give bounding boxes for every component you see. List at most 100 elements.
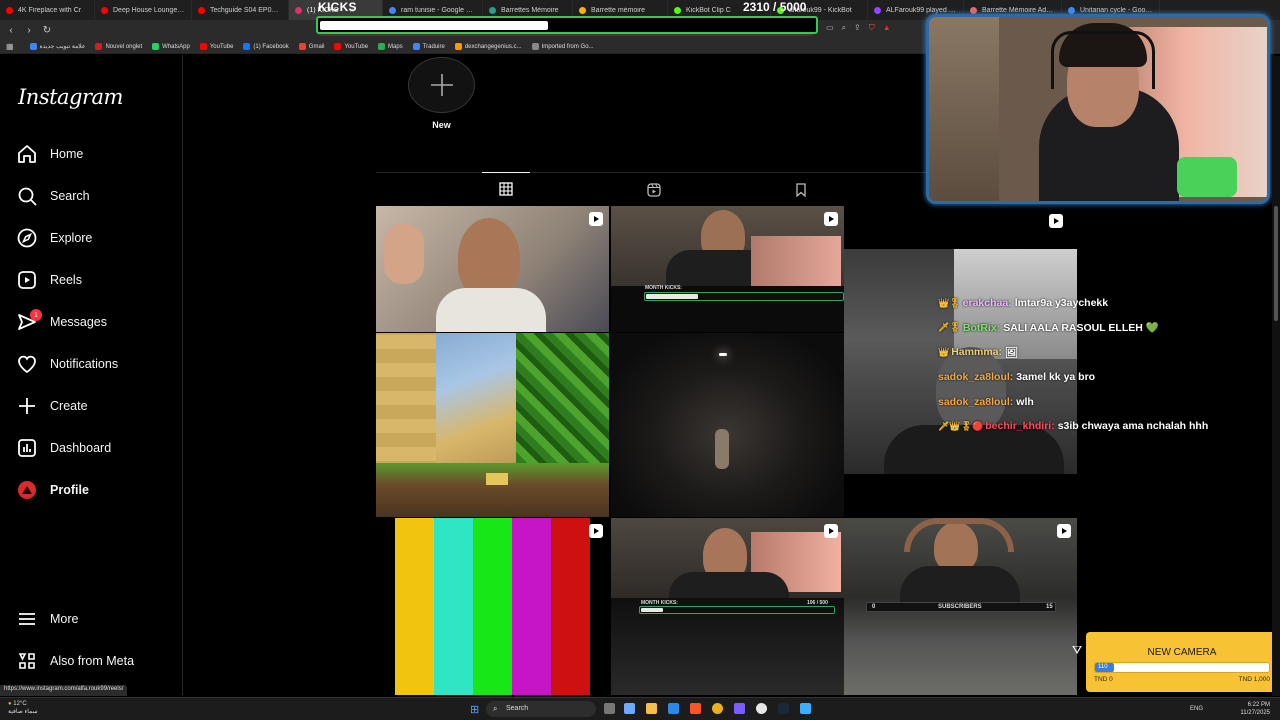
sidebar-item-dashboard[interactable]: Dashboard (16, 434, 111, 462)
cam-shelf (929, 17, 999, 201)
back-icon[interactable]: ‹ (4, 23, 18, 37)
tab-favicon-icon (101, 6, 108, 14)
language-indicator[interactable]: ENG (1190, 706, 1203, 712)
chat-badges-icon: 👑🎖 (938, 297, 961, 308)
app-icon[interactable] (800, 703, 811, 714)
tab-label: Deep House Lounge Se (113, 6, 185, 14)
new-highlight-button[interactable] (408, 57, 475, 113)
share-icon[interactable]: ⇪ (854, 23, 861, 33)
sidebar-item-notifications[interactable]: Notifications (16, 350, 118, 378)
bookmark-item[interactable]: Maps (378, 43, 403, 50)
bookmark-item[interactable]: WhatsApp (152, 43, 190, 50)
bookmark-item[interactable]: Nouvel onglet (95, 43, 142, 50)
sidebar-item-search[interactable]: Search (16, 182, 90, 210)
tab-favicon-icon (198, 6, 205, 14)
reel-thumbnail-top[interactable] (844, 206, 1077, 248)
sidebar-item-more[interactable]: More (16, 605, 78, 633)
bookmark-item[interactable]: (1) Facebook (243, 43, 289, 50)
bookmark-item[interactable]: YouTube (334, 43, 368, 50)
chat-message: 🗡🎖 BotRix: SALI AALA RASOUL ELLEH 💚 (938, 316, 1258, 341)
reload-icon[interactable]: ↻ (40, 23, 54, 37)
discord-icon[interactable] (734, 703, 745, 714)
messages-badge: 1 (30, 309, 42, 321)
thumbnail-window (751, 236, 841, 286)
screen: 4K Fireplace with Cr Deep House Lounge Se… (0, 0, 1280, 720)
tab-favicon-icon (579, 6, 586, 14)
apps-icon[interactable]: ▦ (6, 42, 14, 51)
reel-thumbnail[interactable]: 0 SUBSCRIBERS 15 (844, 518, 1077, 695)
plus-icon (16, 395, 38, 417)
sidebar-item-create[interactable]: Create (16, 392, 88, 420)
zoom-icon[interactable]: ⌕ (842, 23, 846, 33)
brave-shield-icon[interactable]: ⛉ (869, 23, 875, 33)
chat-message: 👑🎖 erakchaa: lmtar9a y3aychekk (938, 291, 1258, 316)
bookmark-item[interactable]: Traduire (412, 43, 445, 50)
rewards-icon[interactable]: ▲ (883, 23, 891, 33)
file-explorer-icon[interactable] (646, 703, 657, 714)
brave-icon[interactable] (690, 703, 701, 714)
bookmark-item[interactable]: Gmail (298, 43, 324, 50)
reel-thumbnail[interactable]: MONTH KICKS: (611, 206, 844, 332)
chat-text: 🖼 (1005, 346, 1019, 359)
kicks-progress-bar (316, 16, 818, 34)
steam-icon[interactable] (778, 703, 789, 714)
tab-favicon-icon (1068, 6, 1075, 14)
chrome-icon[interactable] (712, 703, 723, 714)
tab-reels[interactable] (630, 173, 678, 206)
browser-tab[interactable]: Techguide S04 EP01 | لعبة (192, 0, 289, 20)
reel-thumbnail[interactable] (611, 333, 844, 517)
system-clock[interactable]: 6:22 PM 11/27/2025 (1240, 701, 1270, 717)
chat-text: wlh (1016, 395, 1034, 408)
sidebar-item-label: Notifications (50, 357, 119, 371)
tab-saved[interactable] (777, 173, 825, 206)
chat-message: 🗡👑🎖🔴 bechir_khdiri: s3ib chwaya ama nchala… (938, 414, 1258, 439)
heart-icon (16, 353, 38, 375)
bookmark-icon (796, 182, 806, 197)
sidebar-item-explore[interactable]: Explore (16, 224, 92, 252)
reel-thumbnail[interactable]: MONTH KICKS: 106 / 500 (611, 518, 844, 695)
bookmark-item[interactable]: dexchangegenius.c... (454, 43, 522, 50)
taskbar-search[interactable]: ⌕ Search (486, 701, 596, 717)
task-view-icon[interactable] (604, 703, 615, 714)
bookmark-item[interactable]: YouTube (199, 43, 233, 50)
sidebar-item-messages[interactable]: 1 Messages (16, 308, 107, 336)
reel-icon (824, 212, 838, 226)
tab-favicon-icon (389, 6, 396, 14)
reel-thumbnail[interactable] (376, 206, 609, 332)
edge-icon[interactable] (668, 703, 679, 714)
browser-tab[interactable]: 4K Fireplace with Cr (0, 0, 95, 20)
status-url: https://www.instagram.com/alfa.rouk99/re… (0, 685, 128, 696)
reel-icon (824, 524, 838, 538)
reel-icon (589, 212, 603, 226)
reel-thumbnail[interactable] (376, 518, 609, 695)
forward-icon[interactable]: › (22, 23, 36, 37)
instagram-logo[interactable]: Instagram (18, 85, 123, 109)
sidebar-item-profile[interactable]: Profile (16, 476, 89, 504)
cast-icon[interactable]: ▭ (826, 23, 834, 33)
filter-icon[interactable]: ⛛ (1072, 643, 1082, 658)
bookmark-label: Maps (388, 43, 403, 50)
search-icon (16, 185, 38, 207)
page-scrollbar[interactable] (1272, 56, 1280, 696)
color-bar-yellow (395, 518, 434, 695)
obs-icon[interactable] (756, 703, 767, 714)
cam-chair (1177, 157, 1237, 197)
scrollbar-thumb[interactable] (1274, 206, 1278, 321)
windows-start-icon[interactable]: ⊞ (470, 703, 479, 716)
copilot-icon[interactable] (624, 703, 635, 714)
tab-posts[interactable] (482, 172, 530, 205)
bookmark-item[interactable]: علامة تبويب جديدة (29, 43, 85, 50)
bookmark-item[interactable]: Imported from Go... (531, 43, 594, 50)
sidebar-item-reels[interactable]: Reels (16, 266, 82, 294)
bookmark-label: Traduire (422, 43, 445, 50)
browser-tab[interactable]: Deep House Lounge Se (95, 0, 192, 20)
reel-thumbnail[interactable] (376, 333, 609, 517)
kicks-count-goal: / 5000 (773, 0, 807, 14)
clock-date: 11/27/2025 (1240, 710, 1270, 716)
sidebar-item-label: Explore (50, 231, 93, 245)
sidebar-item-also-from-meta[interactable]: Also from Meta (16, 647, 134, 675)
weather-widget[interactable]: ● 12°C سماء صافية (8, 700, 38, 716)
sidebar-item-home[interactable]: Home (16, 140, 83, 168)
kicks-progress-fill (320, 21, 548, 30)
cam-headset (1051, 31, 1155, 89)
